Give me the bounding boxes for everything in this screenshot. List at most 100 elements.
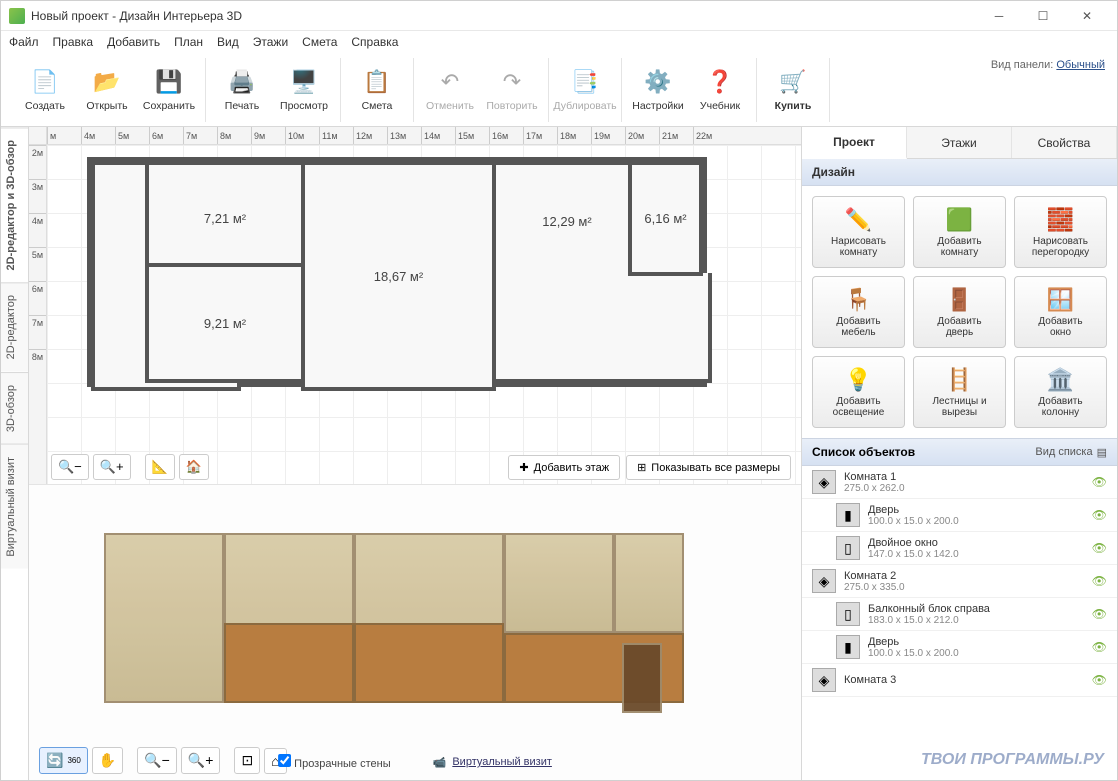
room-corridor[interactable] <box>492 273 712 383</box>
maximize-button[interactable]: ☐ <box>1021 2 1065 30</box>
visibility-eye-icon[interactable]: 👁 <box>1092 607 1107 621</box>
3d-viewer[interactable]: 🔄360 ✋ 🔍− 🔍+ ⊡ ⌂ Прозрачные стены 📹 Вирт… <box>29 484 801 780</box>
object-list-item[interactable]: ◈ Комната 2 275.0 x 335.0 👁 <box>802 565 1117 598</box>
viewer-zoom-out-button[interactable]: 🔍− <box>137 747 177 774</box>
duplicate-button[interactable]: 📑Дублировать <box>555 60 615 120</box>
visibility-eye-icon[interactable]: 👁 <box>1092 541 1107 555</box>
visibility-eye-icon[interactable]: 👁 <box>1092 574 1107 588</box>
object-list-item[interactable]: ▯ Балконный блок справа 183.0 x 15.0 x 2… <box>802 598 1117 631</box>
menu-view[interactable]: Вид <box>217 35 239 49</box>
side-tab-3d[interactable]: 3D-обзор <box>1 372 28 444</box>
undo-button[interactable]: ↶Отменить <box>420 60 480 120</box>
transparent-walls-checkbox[interactable]: Прозрачные стены <box>278 754 391 770</box>
duplicate-icon: 📑 <box>570 67 600 97</box>
ruler-tick: 19м <box>591 127 625 144</box>
object-dimensions: 100.0 x 15.0 x 200.0 <box>868 516 1084 527</box>
add-floor-button[interactable]: ✚Добавить этаж <box>508 455 620 480</box>
menu-add[interactable]: Добавить <box>107 35 160 49</box>
ruler-tick: 4м <box>81 127 115 144</box>
draw-partition-button[interactable]: 🧱Нарисоватьперегородку <box>1014 196 1107 268</box>
menu-edit[interactable]: Правка <box>53 35 94 49</box>
stairs-cutouts-button[interactable]: 🪜Лестницы ивырезы <box>913 356 1006 428</box>
tab-properties[interactable]: Свойства <box>1012 127 1117 158</box>
visibility-eye-icon[interactable]: 👁 <box>1092 508 1107 522</box>
panel-mode-link[interactable]: Обычный <box>1056 59 1105 71</box>
rotate-360-button[interactable]: 🔄360 <box>39 747 88 774</box>
ruler-tick: 16м <box>489 127 523 144</box>
object-name: Дверь <box>868 504 1084 516</box>
add-room-button[interactable]: 🟩Добавитькомнату <box>913 196 1006 268</box>
object-list-item[interactable]: ◈ Комната 3 👁 <box>802 664 1117 697</box>
room-4[interactable]: 18,67 м² <box>301 161 496 391</box>
settings-button[interactable]: ⚙️Настройки <box>628 60 688 120</box>
menu-help[interactable]: Справка <box>351 35 398 49</box>
add-window-button[interactable]: 🪟Добавитьокно <box>1014 276 1107 348</box>
menu-file[interactable]: Файл <box>9 35 39 49</box>
visibility-eye-icon[interactable]: 👁 <box>1092 640 1107 654</box>
show-dimensions-button[interactable]: ⊞Показывать все размеры <box>626 455 791 480</box>
menu-plan[interactable]: План <box>174 35 203 49</box>
align-button[interactable]: ⊡ <box>234 747 260 774</box>
visibility-eye-icon[interactable]: 👁 <box>1092 673 1107 687</box>
plan-canvas[interactable]: 7,21 м² 9,21 м² 18,67 м² 12,29 м² 6,16 м… <box>47 145 801 484</box>
objects-list: ◈ Комната 1 275.0 x 262.0 👁▮ Дверь 100.0… <box>802 466 1117 780</box>
pan-button[interactable]: ✋ <box>92 747 123 774</box>
buy-button[interactable]: 🛒Купить <box>763 60 823 120</box>
print-button[interactable]: 🖨️Печать <box>212 60 272 120</box>
add-furniture-button[interactable]: 🪑Добавитьмебель <box>812 276 905 348</box>
room-5[interactable]: 12,29 м² <box>492 161 642 281</box>
ruler-tick: 7м <box>183 127 217 144</box>
ruler-tick: 2м <box>29 145 46 179</box>
object-list-item[interactable]: ▮ Дверь 100.0 x 15.0 x 200.0 👁 <box>802 499 1117 532</box>
visibility-eye-icon[interactable]: 👁 <box>1092 475 1107 489</box>
object-list-item[interactable]: ◈ Комната 1 275.0 x 262.0 👁 <box>802 466 1117 499</box>
view-list-button[interactable]: ▤ <box>1097 446 1107 459</box>
ruler-corner <box>29 127 47 145</box>
add-lighting-button[interactable]: 💡Добавитьосвещение <box>812 356 905 428</box>
floorplan[interactable]: 7,21 м² 9,21 м² 18,67 м² 12,29 м² 6,16 м… <box>87 157 707 387</box>
open-button[interactable]: 📂Открыть <box>77 60 137 120</box>
object-thumb-icon: ▮ <box>836 635 860 659</box>
preview-button[interactable]: 🖥️Просмотр <box>274 60 334 120</box>
zoom-in-button[interactable]: 🔍+ <box>93 454 131 480</box>
add-column-button[interactable]: 🏛️Добавитьколонну <box>1014 356 1107 428</box>
add-door-button[interactable]: 🚪Добавитьдверь <box>913 276 1006 348</box>
zoom-out-button[interactable]: 🔍− <box>51 454 89 480</box>
save-icon: 💾 <box>154 67 184 97</box>
object-thumb-icon: ▯ <box>836 602 860 626</box>
ruler-tick: 9м <box>251 127 285 144</box>
room-6[interactable]: 6,16 м² <box>628 161 703 276</box>
virtual-visit-link[interactable]: Виртуальный визит <box>452 756 552 768</box>
object-list-item[interactable]: ▮ Дверь 100.0 x 15.0 x 200.0 👁 <box>802 631 1117 664</box>
notepad-icon: 📋 <box>362 67 392 97</box>
room-2[interactable]: 7,21 м² <box>145 161 305 276</box>
menu-estimate[interactable]: Смета <box>302 35 337 49</box>
menu-floors[interactable]: Этажи <box>253 35 288 49</box>
create-button[interactable]: 📄Создать <box>15 60 75 120</box>
side-tab-2d-3d[interactable]: 2D-редактор и 3D-обзор <box>1 127 28 282</box>
ruler-tick: 20м <box>625 127 659 144</box>
save-button[interactable]: 💾Сохранить <box>139 60 199 120</box>
minimize-button[interactable]: ─ <box>977 2 1021 30</box>
tutorial-button[interactable]: ❓Учебник <box>690 60 750 120</box>
viewer-zoom-in-button[interactable]: 🔍+ <box>181 747 221 774</box>
add-room-icon: 🟩 <box>946 207 973 233</box>
estimate-button[interactable]: 📋Смета <box>347 60 407 120</box>
ruler-tick: 22м <box>693 127 727 144</box>
tab-project[interactable]: Проект <box>802 127 907 159</box>
tab-floors[interactable]: Этажи <box>907 127 1012 158</box>
side-tab-vr[interactable]: Виртуальный визит <box>1 444 28 569</box>
cart-icon: 🛒 <box>778 67 808 97</box>
monitor-icon: 🖥️ <box>289 67 319 97</box>
ruler-tick: 17м <box>523 127 557 144</box>
close-button[interactable]: ✕ <box>1065 2 1109 30</box>
ruler-tick: 18м <box>557 127 591 144</box>
measure-button[interactable]: 📐 <box>145 454 175 480</box>
room-3[interactable]: 9,21 м² <box>145 263 305 383</box>
object-list-item[interactable]: ▯ Двойное окно 147.0 x 15.0 x 142.0 👁 <box>802 532 1117 565</box>
ruler-tick: м <box>47 127 81 144</box>
home-button[interactable]: 🏠 <box>179 454 209 480</box>
side-tab-2d[interactable]: 2D-редактор <box>1 282 28 371</box>
redo-button[interactable]: ↷Повторить <box>482 60 542 120</box>
draw-room-button[interactable]: ✏️Нарисоватькомнату <box>812 196 905 268</box>
